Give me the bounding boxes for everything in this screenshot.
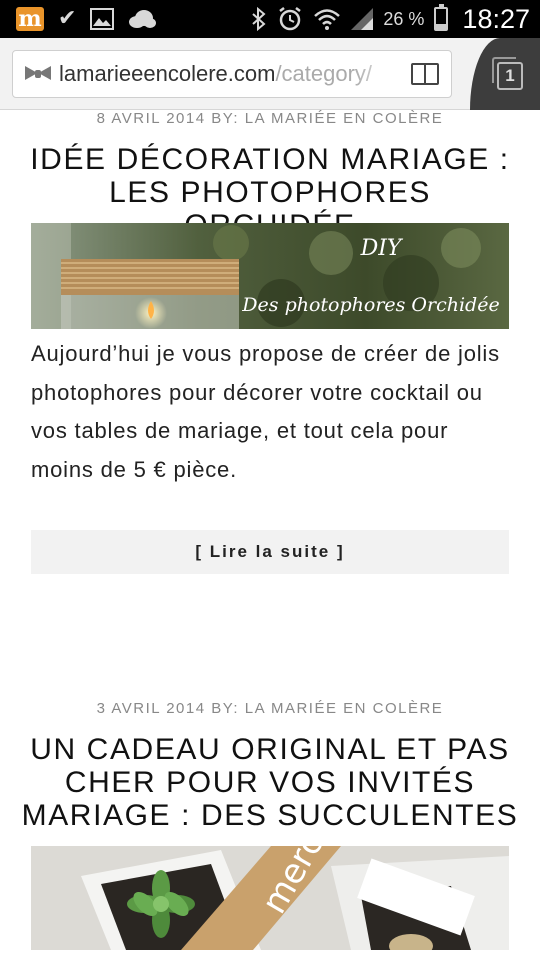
battery-fill: [436, 23, 447, 29]
image-icon: [90, 8, 115, 30]
alarm-icon: [279, 7, 302, 31]
post-image[interactable]: merci: [31, 846, 509, 950]
cloud-icon: [129, 10, 157, 28]
notification-area: m ✔: [16, 6, 157, 31]
bluetooth-icon: [252, 7, 266, 31]
battery-icon: [434, 4, 449, 31]
browser-toolbar: lamarieeencolere.com/category/ 1: [0, 38, 540, 110]
clock: 18:27: [462, 3, 530, 34]
url-path: /category/: [275, 61, 373, 86]
post-meta: 3 avril 2014 By: La Mariée en Colère: [96, 700, 444, 717]
site-favicon-bow-icon: [25, 64, 51, 84]
signal-icon: [351, 8, 374, 30]
image-overlay-caption: Des photophores Orchidée: [241, 294, 499, 316]
status-bar: m ✔ 26 % 18:27: [0, 0, 540, 38]
post-image[interactable]: DIY Des photophores Orchidée: [31, 223, 509, 329]
tab-switcher[interactable]: 1: [470, 38, 540, 110]
post-excerpt: Aujourd’hui je vous propose de créer de …: [31, 341, 500, 482]
photophore-illustration: DIY Des photophores Orchidée: [31, 223, 509, 329]
url-domain: lamarieeencolere.com: [59, 61, 276, 86]
post-list: 8 avril 2014 By: La Mariée en Colère Idé…: [0, 110, 540, 960]
url-bar[interactable]: lamarieeencolere.com/category/: [12, 50, 452, 98]
wifi-icon: [314, 9, 341, 30]
post-title[interactable]: Un cadeau original et pas cher pour vos …: [0, 733, 540, 832]
read-more-button[interactable]: [ Lire la suite ]: [31, 530, 509, 574]
check-icon: ✔: [58, 6, 77, 31]
post-meta: 8 avril 2014 By: La Mariée en Colère: [96, 110, 444, 127]
tab-count-icon[interactable]: 1: [492, 57, 523, 90]
m-app-icon: m: [16, 7, 44, 31]
image-overlay-diy: DIY: [360, 236, 404, 261]
reader-mode-icon[interactable]: [411, 63, 439, 85]
succulent-illustration: merci: [31, 846, 509, 950]
system-area: 26 % 18:27: [251, 4, 530, 35]
url-text[interactable]: lamarieeencolere.com/category/: [59, 61, 405, 87]
battery-percent: 26 %: [383, 8, 425, 29]
